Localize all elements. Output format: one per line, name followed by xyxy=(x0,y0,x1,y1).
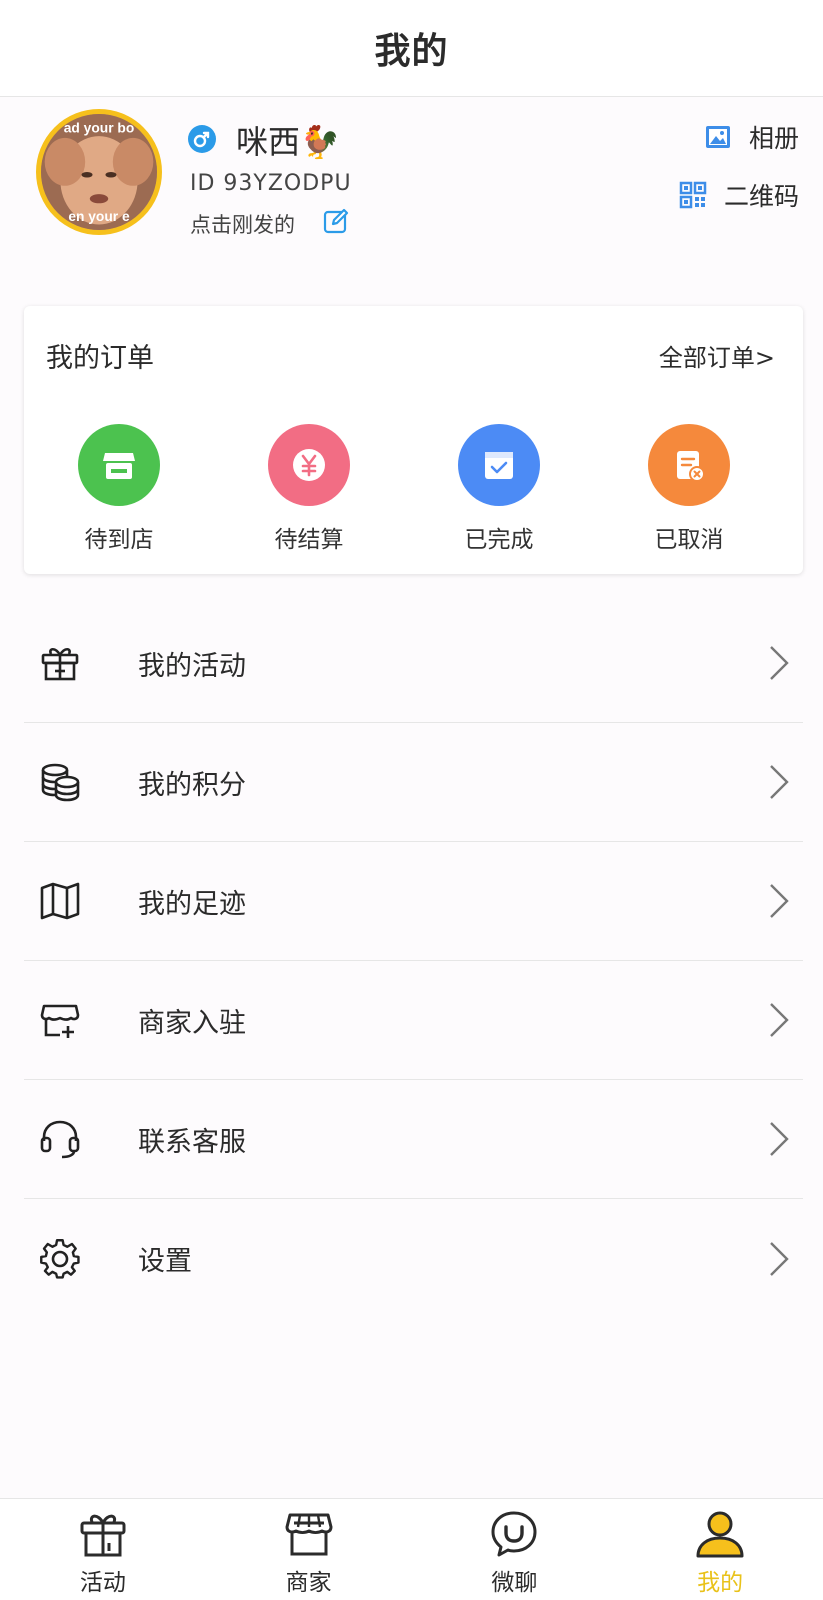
order-label: 待结算 xyxy=(274,527,344,553)
order-icon-circle xyxy=(458,424,540,506)
gift-icon xyxy=(80,1514,126,1557)
page-title: 我的 xyxy=(374,31,449,72)
album-link[interactable]: 相册 xyxy=(703,119,799,155)
menu-label: 联系客服 xyxy=(138,1126,246,1158)
chevron-right-icon xyxy=(770,1241,789,1276)
tab-label: 我的 xyxy=(697,1570,744,1596)
order-completed[interactable]: 已完成 xyxy=(439,424,559,554)
chevron-right-icon xyxy=(770,646,789,680)
gift-icon xyxy=(41,647,79,681)
order-pending-settle[interactable]: 待结算 xyxy=(249,424,369,554)
headset-icon xyxy=(40,1120,80,1159)
menu-list: 我的活动 我的积分 我的足迹 商家入驻 联系客服 设置 xyxy=(24,604,803,1318)
coins-icon xyxy=(41,763,80,802)
tab-label: 商家 xyxy=(285,1570,332,1596)
all-orders-link[interactable]: 全部订单> xyxy=(659,338,775,373)
menu-label: 我的活动 xyxy=(138,650,246,682)
order-label: 已取消 xyxy=(654,527,724,553)
album-label: 相册 xyxy=(748,124,799,153)
store-icon xyxy=(285,1513,333,1556)
menu-item-merchant-join[interactable]: 商家入驻 xyxy=(24,961,803,1080)
menu-label: 商家入驻 xyxy=(138,1007,246,1039)
avatar-caption-bottom: en your e xyxy=(68,209,130,224)
menu-item-my-activities[interactable]: 我的活动 xyxy=(24,604,803,723)
bottom-tab-bar: 活动 商家 微聊 我的 xyxy=(0,1498,823,1600)
order-label: 待到店 xyxy=(84,527,154,553)
chat-icon xyxy=(491,1511,537,1557)
nickname: 咪西🐓 xyxy=(236,123,340,161)
store-icon xyxy=(103,453,135,479)
tab-me[interactable]: 我的 xyxy=(617,1499,823,1600)
chevron-right-icon xyxy=(770,1003,789,1037)
chevron-right-icon xyxy=(770,765,789,799)
order-label: 已完成 xyxy=(464,527,534,553)
profile-section: ad your bo en your e 咪西🐓 ID 93YZODPU 点击刚… xyxy=(0,97,823,297)
edit-icon[interactable] xyxy=(322,207,350,235)
menu-label: 我的积分 xyxy=(138,769,246,801)
order-icon-circle xyxy=(78,424,160,506)
orders-title: 我的订单 xyxy=(46,343,154,374)
receipt-cancel-icon xyxy=(677,451,705,482)
tab-activities[interactable]: 活动 xyxy=(0,1499,206,1600)
chevron-right-icon xyxy=(770,1122,789,1156)
avatar-caption-top: ad your bo xyxy=(64,120,135,135)
user-icon xyxy=(696,1511,744,1558)
menu-item-my-footprints[interactable]: 我的足迹 xyxy=(24,842,803,961)
qrcode-link[interactable]: 二维码 xyxy=(678,177,799,213)
tab-merchants[interactable]: 商家 xyxy=(206,1499,412,1600)
qrcode-label: 二维码 xyxy=(723,182,799,211)
user-id: ID 93YZODPU xyxy=(190,171,352,196)
avatar-image: ad your bo en your e xyxy=(41,114,157,230)
gear-icon xyxy=(40,1238,80,1279)
qrcode-icon xyxy=(679,181,707,209)
menu-item-my-points[interactable]: 我的积分 xyxy=(24,723,803,842)
order-icon-circle xyxy=(648,424,730,506)
calendar-check-icon xyxy=(485,452,513,479)
orders-card: 我的订单 全部订单> 待到店 待结算 已完成 已取消 xyxy=(24,306,803,574)
tab-label: 微聊 xyxy=(491,1570,538,1596)
tab-label: 活动 xyxy=(79,1570,126,1596)
photo-album-icon xyxy=(705,126,730,148)
menu-item-contact-service[interactable]: 联系客服 xyxy=(24,1080,803,1199)
menu-label: 我的足迹 xyxy=(138,888,246,920)
store-add-icon xyxy=(40,1004,80,1038)
tab-chat[interactable]: 微聊 xyxy=(412,1499,618,1600)
chevron-right-icon xyxy=(770,884,789,918)
signature-text[interactable]: 点击刚发的 xyxy=(190,209,295,239)
order-icon-circle xyxy=(268,424,350,506)
yen-icon xyxy=(293,449,325,481)
avatar[interactable]: ad your bo en your e xyxy=(36,109,162,235)
order-pending-visit[interactable]: 待到店 xyxy=(59,424,179,554)
male-icon xyxy=(188,125,216,153)
page-header: 我的 xyxy=(0,0,823,97)
menu-item-settings[interactable]: 设置 xyxy=(24,1199,803,1318)
order-cancelled[interactable]: 已取消 xyxy=(629,424,749,554)
map-icon xyxy=(40,882,80,920)
menu-label: 设置 xyxy=(138,1246,192,1277)
